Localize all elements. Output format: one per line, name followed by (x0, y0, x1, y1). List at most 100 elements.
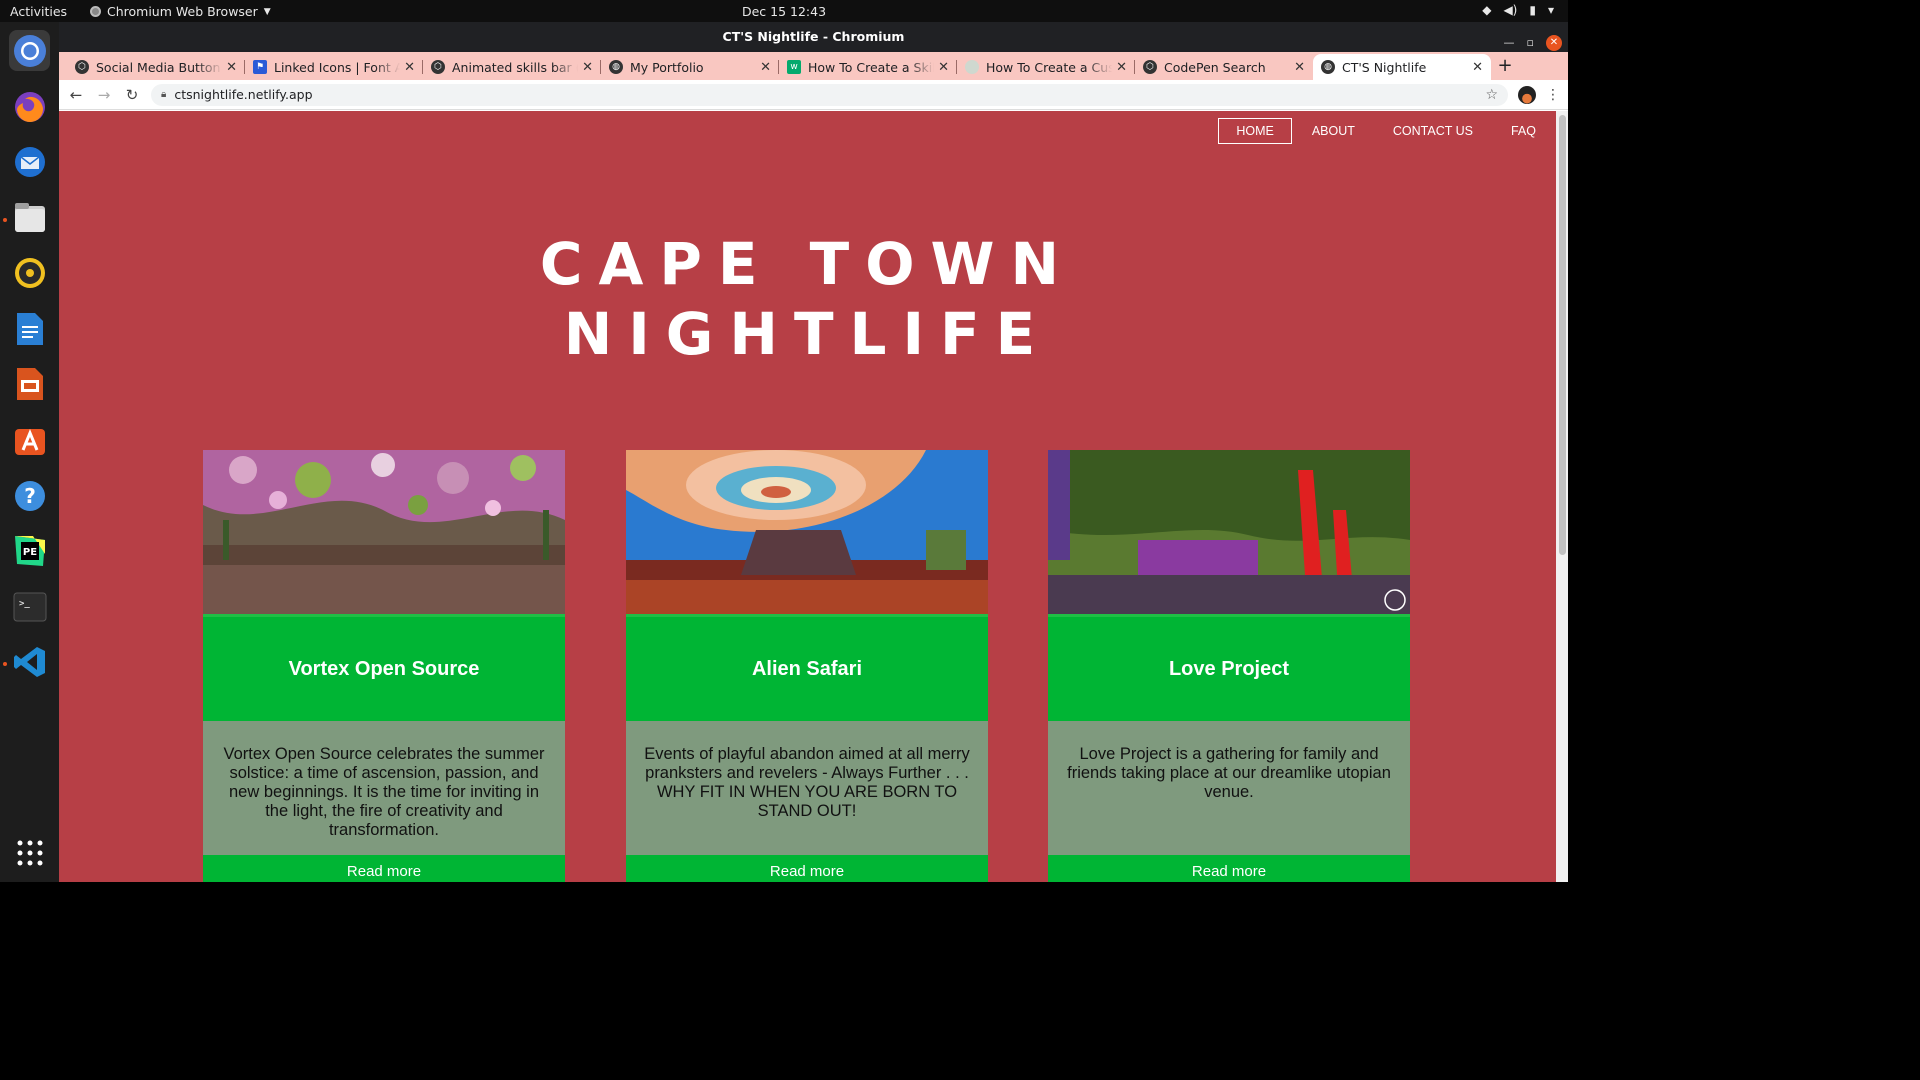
svg-text:>_: >_ (19, 599, 30, 609)
tab-skill-bar[interactable]: w How To Create a Skill Bar ✕ (779, 54, 957, 80)
close-window-icon[interactable]: ✕ (1546, 35, 1562, 51)
tab-cts-nightlife[interactable]: ◍ CT'S Nightlife ✕ (1313, 54, 1491, 80)
pycharm-launcher-icon[interactable]: PE (9, 530, 50, 571)
thunderbird-launcher-icon[interactable] (9, 141, 50, 182)
profile-avatar[interactable] (1518, 85, 1536, 104)
event-card-love-project: Love Project Love Project is a gathering… (1048, 450, 1410, 882)
libreoffice-writer-launcher-icon[interactable] (9, 308, 50, 349)
reload-icon[interactable]: ↻ (123, 86, 141, 104)
tab-create-custom[interactable]: How To Create a Custom ✕ (957, 54, 1135, 80)
event-description: Events of playful abandon aimed at all m… (626, 721, 988, 855)
forward-arrow-icon[interactable]: → (95, 86, 113, 104)
tab-label: CT'S Nightlife (1342, 59, 1427, 75)
tab-label: How To Create a Skill Bar (808, 59, 934, 75)
browser-toolbar: ← → ↻ 🔒︎ ctsnightlife.netlify.app ☆ ⋮ (59, 80, 1568, 110)
system-top-bar: Activities Chromium Web Browser ▼ Dec 15… (0, 0, 1568, 22)
back-arrow-icon[interactable]: ← (67, 86, 85, 104)
activities-button[interactable]: Activities (10, 4, 67, 19)
tab-linked-icons[interactable]: ⚑ Linked Icons | Font Awesome ✕ (245, 54, 423, 80)
app-store-launcher-icon[interactable] (9, 419, 50, 460)
tab-animated-skills-bar[interactable]: ⬡ Animated skills bar (HTML) ✕ (423, 54, 601, 80)
chromium-launcher-icon[interactable] (9, 30, 50, 71)
read-more-link[interactable]: Read more (626, 855, 988, 882)
running-indicator (3, 662, 7, 666)
tab-close-icon[interactable]: ✕ (404, 60, 415, 75)
event-photo (626, 450, 988, 614)
libreoffice-impress-launcher-icon[interactable] (9, 363, 50, 404)
tab-social-media-button[interactable]: ⬡ Social Media Button Hover ✕ (67, 54, 245, 80)
read-more-link[interactable]: Read more (203, 855, 565, 882)
app-menu-label: Chromium Web Browser (107, 4, 258, 19)
files-launcher-icon[interactable] (9, 197, 50, 238)
wifi-icon: ◆ (1482, 3, 1492, 17)
help-launcher-icon[interactable]: ? (9, 475, 50, 516)
new-tab-button[interactable]: + (1491, 54, 1519, 80)
battery-icon: ▮ (1529, 3, 1536, 17)
scrollbar-thumb[interactable] (1559, 115, 1566, 555)
running-indicator (3, 218, 7, 222)
read-more-link[interactable]: Read more (1048, 855, 1410, 882)
browser-menu-icon[interactable]: ⋮ (1546, 87, 1560, 103)
system-menu-caret-icon: ▾ (1547, 3, 1554, 17)
event-title: Alien Safari (626, 614, 988, 721)
hero-title-line1: CAPE TOWN (539, 230, 1076, 298)
tab-label: How To Create a Custom (986, 59, 1113, 75)
tab-close-icon[interactable]: ✕ (1294, 60, 1305, 75)
site-navigation: HOME ABOUT CONTACT US FAQ (1218, 118, 1556, 144)
rhythmbox-launcher-icon[interactable] (9, 252, 50, 293)
event-photo (1048, 450, 1410, 614)
show-applications-icon[interactable] (9, 832, 50, 873)
tab-my-portfolio[interactable]: ◍ My Portfolio ✕ (601, 54, 779, 80)
chromium-icon (90, 6, 101, 17)
web-page: HOME ABOUT CONTACT US FAQ CAPE TOWN NIGH… (59, 111, 1556, 882)
tab-close-icon[interactable]: ✕ (1116, 60, 1127, 75)
window-titlebar[interactable]: CT'S Nightlife - Chromium — ▫ ✕ (59, 22, 1568, 52)
nav-contact-link[interactable]: CONTACT US (1375, 118, 1491, 144)
lock-icon[interactable]: 🔒︎ (161, 89, 166, 100)
volume-icon: ◀) (1503, 3, 1518, 17)
firefox-launcher-icon[interactable] (9, 86, 50, 127)
hero-title-line2: NIGHTLIFE (563, 300, 1052, 368)
tab-close-icon[interactable]: ✕ (760, 60, 771, 75)
event-description: Love Project is a gathering for family a… (1048, 721, 1410, 855)
bookmark-star-icon[interactable]: ☆ (1485, 87, 1498, 103)
tab-label: Social Media Button Hover (96, 59, 222, 75)
address-bar[interactable]: 🔒︎ ctsnightlife.netlify.app ☆ (151, 83, 1508, 106)
event-description: Vortex Open Source celebrates the summer… (203, 721, 565, 855)
tab-label: Animated skills bar (HTML) (452, 59, 578, 75)
page-scrollbar[interactable] (1556, 111, 1568, 882)
ubuntu-dock: ? PE >_ (0, 22, 59, 882)
globe-icon: ◍ (1321, 60, 1335, 74)
event-card-vortex: Vortex Open Source Vortex Open Source ce… (203, 450, 565, 882)
svg-text:PE: PE (22, 547, 36, 558)
clock[interactable]: Dec 15 12:43 (742, 4, 826, 19)
tab-label: CodePen Search (1164, 59, 1266, 75)
tab-close-icon[interactable]: ✕ (226, 60, 237, 75)
codepen-icon: ⬡ (431, 60, 445, 74)
font-awesome-flag-icon: ⚑ (253, 60, 267, 74)
event-title: Vortex Open Source (203, 614, 565, 721)
tab-close-icon[interactable]: ✕ (582, 60, 593, 75)
event-card-alien-safari: Alien Safari Events of playful abandon a… (626, 450, 988, 882)
terminal-launcher-icon[interactable]: >_ (9, 586, 50, 627)
tab-close-icon[interactable]: ✕ (938, 60, 949, 75)
w3schools-icon: w (787, 60, 801, 74)
event-title: Love Project (1048, 614, 1410, 721)
globe-icon: ◍ (609, 60, 623, 74)
blank-page-icon (965, 60, 979, 74)
app-menu[interactable]: Chromium Web Browser ▼ (90, 4, 271, 19)
hero-title: CAPE TOWN NIGHTLIFE (59, 229, 1556, 369)
window-title: CT'S Nightlife - Chromium (722, 29, 905, 44)
tab-strip: ⬡ Social Media Button Hover ✕ ⚑ Linked I… (59, 52, 1568, 80)
tab-close-icon[interactable]: ✕ (1472, 60, 1483, 75)
address-url[interactable]: ctsnightlife.netlify.app (174, 87, 312, 102)
vscode-launcher-icon[interactable] (9, 641, 50, 682)
nav-home-link[interactable]: HOME (1218, 118, 1292, 144)
system-tray[interactable]: ◆ ◀) ▮ ▾ (1482, 3, 1554, 17)
nav-about-link[interactable]: ABOUT (1294, 118, 1373, 144)
nav-faq-link[interactable]: FAQ (1493, 118, 1554, 144)
tab-label: My Portfolio (630, 59, 704, 75)
codepen-icon: ⬡ (75, 60, 89, 74)
tab-codepen-search[interactable]: ⬡ CodePen Search ✕ (1135, 54, 1313, 80)
codepen-icon: ⬡ (1143, 60, 1157, 74)
